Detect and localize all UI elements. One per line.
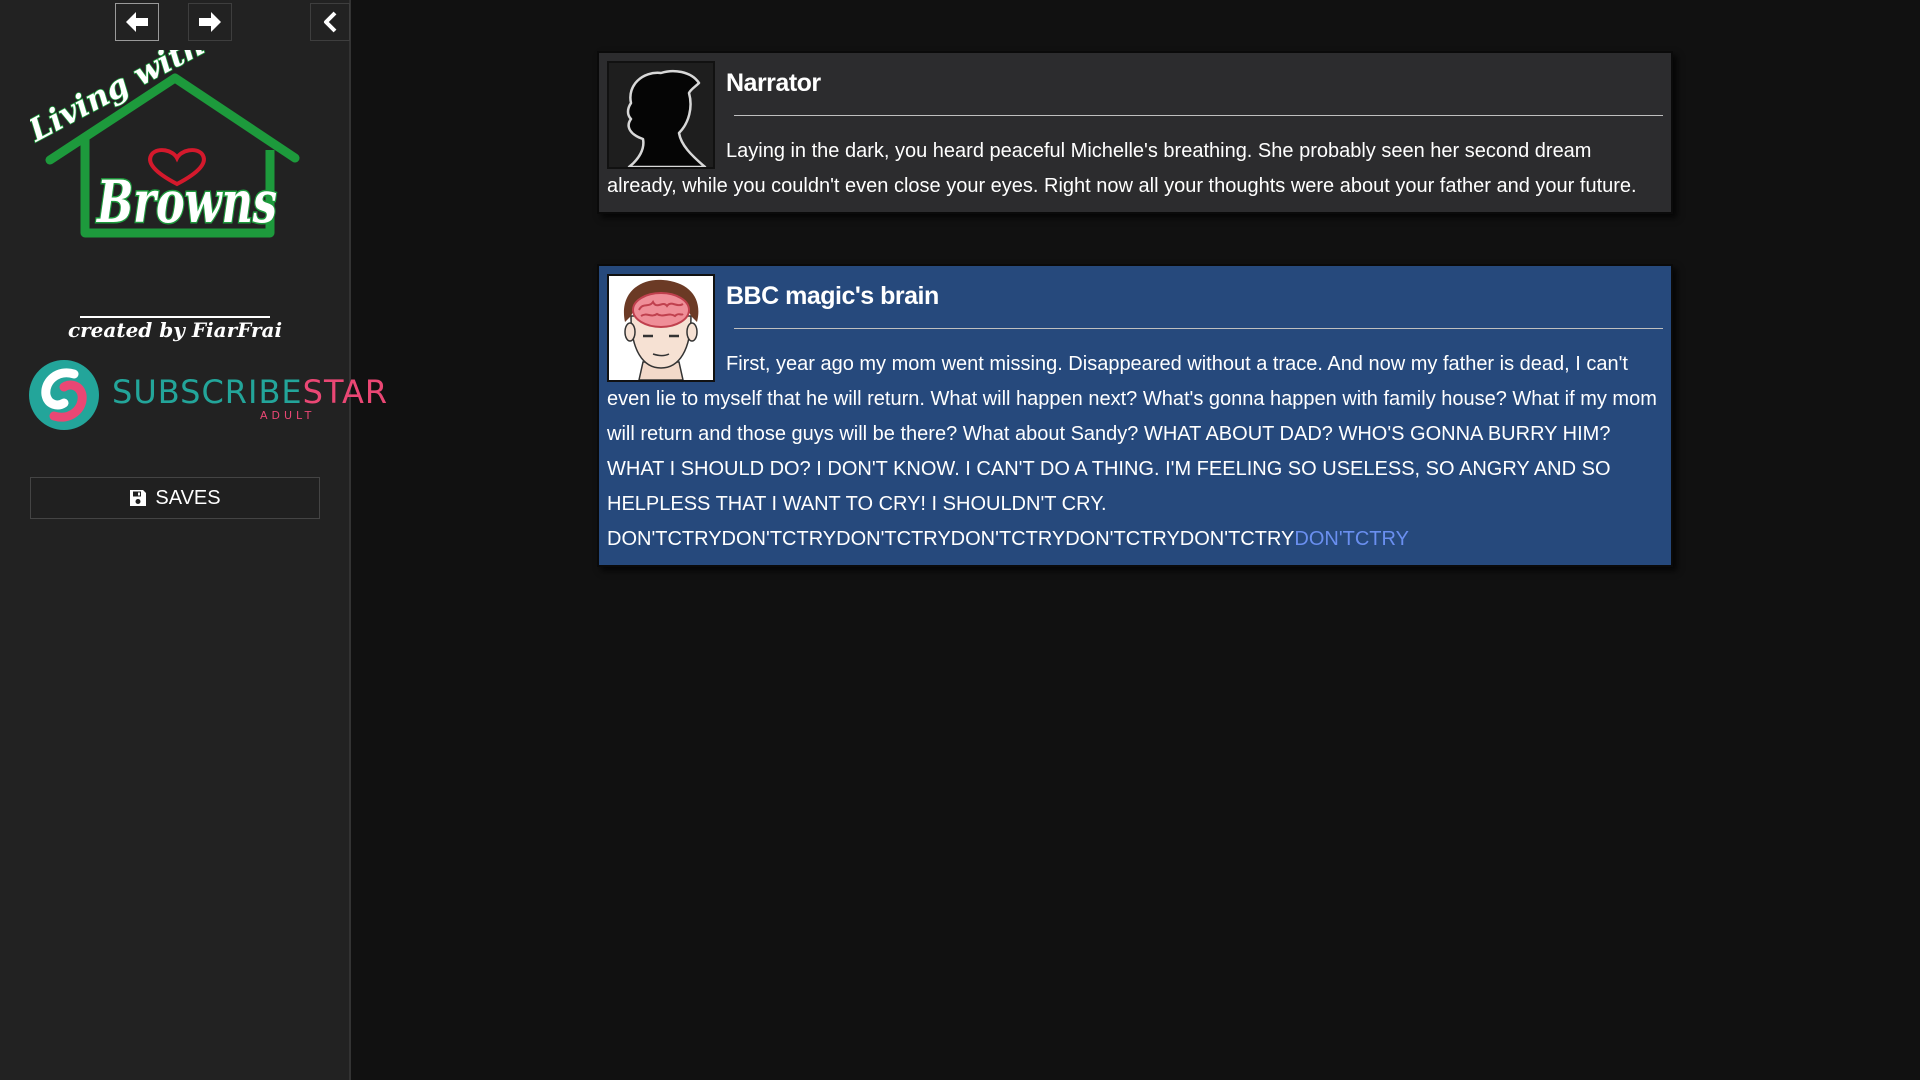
narrator-message: Narrator Laying in the dark, you heard p… — [597, 51, 1673, 214]
character-message: BBC magic's brain First, year ago my mom… — [597, 264, 1673, 567]
narrator-avatar — [607, 61, 715, 169]
forward-button[interactable] — [188, 3, 232, 41]
speaker-divider — [734, 115, 1663, 116]
speaker-name: BBC magic's brain — [726, 282, 939, 310]
arrow-right-icon — [199, 12, 221, 32]
silhouette-avatar-icon — [609, 63, 713, 167]
speaker-divider — [734, 328, 1663, 329]
brain-avatar-icon — [609, 276, 713, 380]
chevron-left-icon — [324, 11, 337, 33]
saves-label: SAVES — [155, 486, 221, 509]
sidebar: Living with Browns created by FiarFrai S… — [0, 0, 387, 1080]
message-body: First, year ago my mom went missing. Dis… — [607, 353, 1657, 550]
subscribestar-adult-label: ADULT — [260, 409, 316, 422]
speaker-name: Narrator — [726, 69, 821, 97]
subscribestar-wordmark: SUBSCRIBESTAR — [112, 373, 389, 411]
collapse-sidebar-button[interactable] — [310, 3, 350, 41]
creator-credit: created by FiarFrai — [67, 318, 283, 342]
message-text: Laying in the dark, you heard peaceful M… — [607, 140, 1637, 197]
subscribestar-link[interactable]: SUBSCRIBESTAR ADULT — [28, 359, 387, 431]
saves-button[interactable]: SAVES — [30, 477, 320, 519]
character-avatar — [607, 274, 715, 382]
message-text: First, year ago my mom went missing. Dis… — [607, 347, 1663, 557]
arrow-left-icon — [126, 12, 148, 32]
back-button[interactable] — [115, 3, 159, 41]
game-logo: Living with Browns — [21, 26, 300, 245]
svg-text:Browns: Browns — [96, 168, 277, 236]
subscribestar-logo-icon — [29, 360, 99, 430]
floppy-disk-icon — [130, 490, 147, 506]
continue-link[interactable]: DON'TCTRY — [1294, 528, 1409, 550]
svg-text:Living with: Living with — [30, 50, 211, 150]
